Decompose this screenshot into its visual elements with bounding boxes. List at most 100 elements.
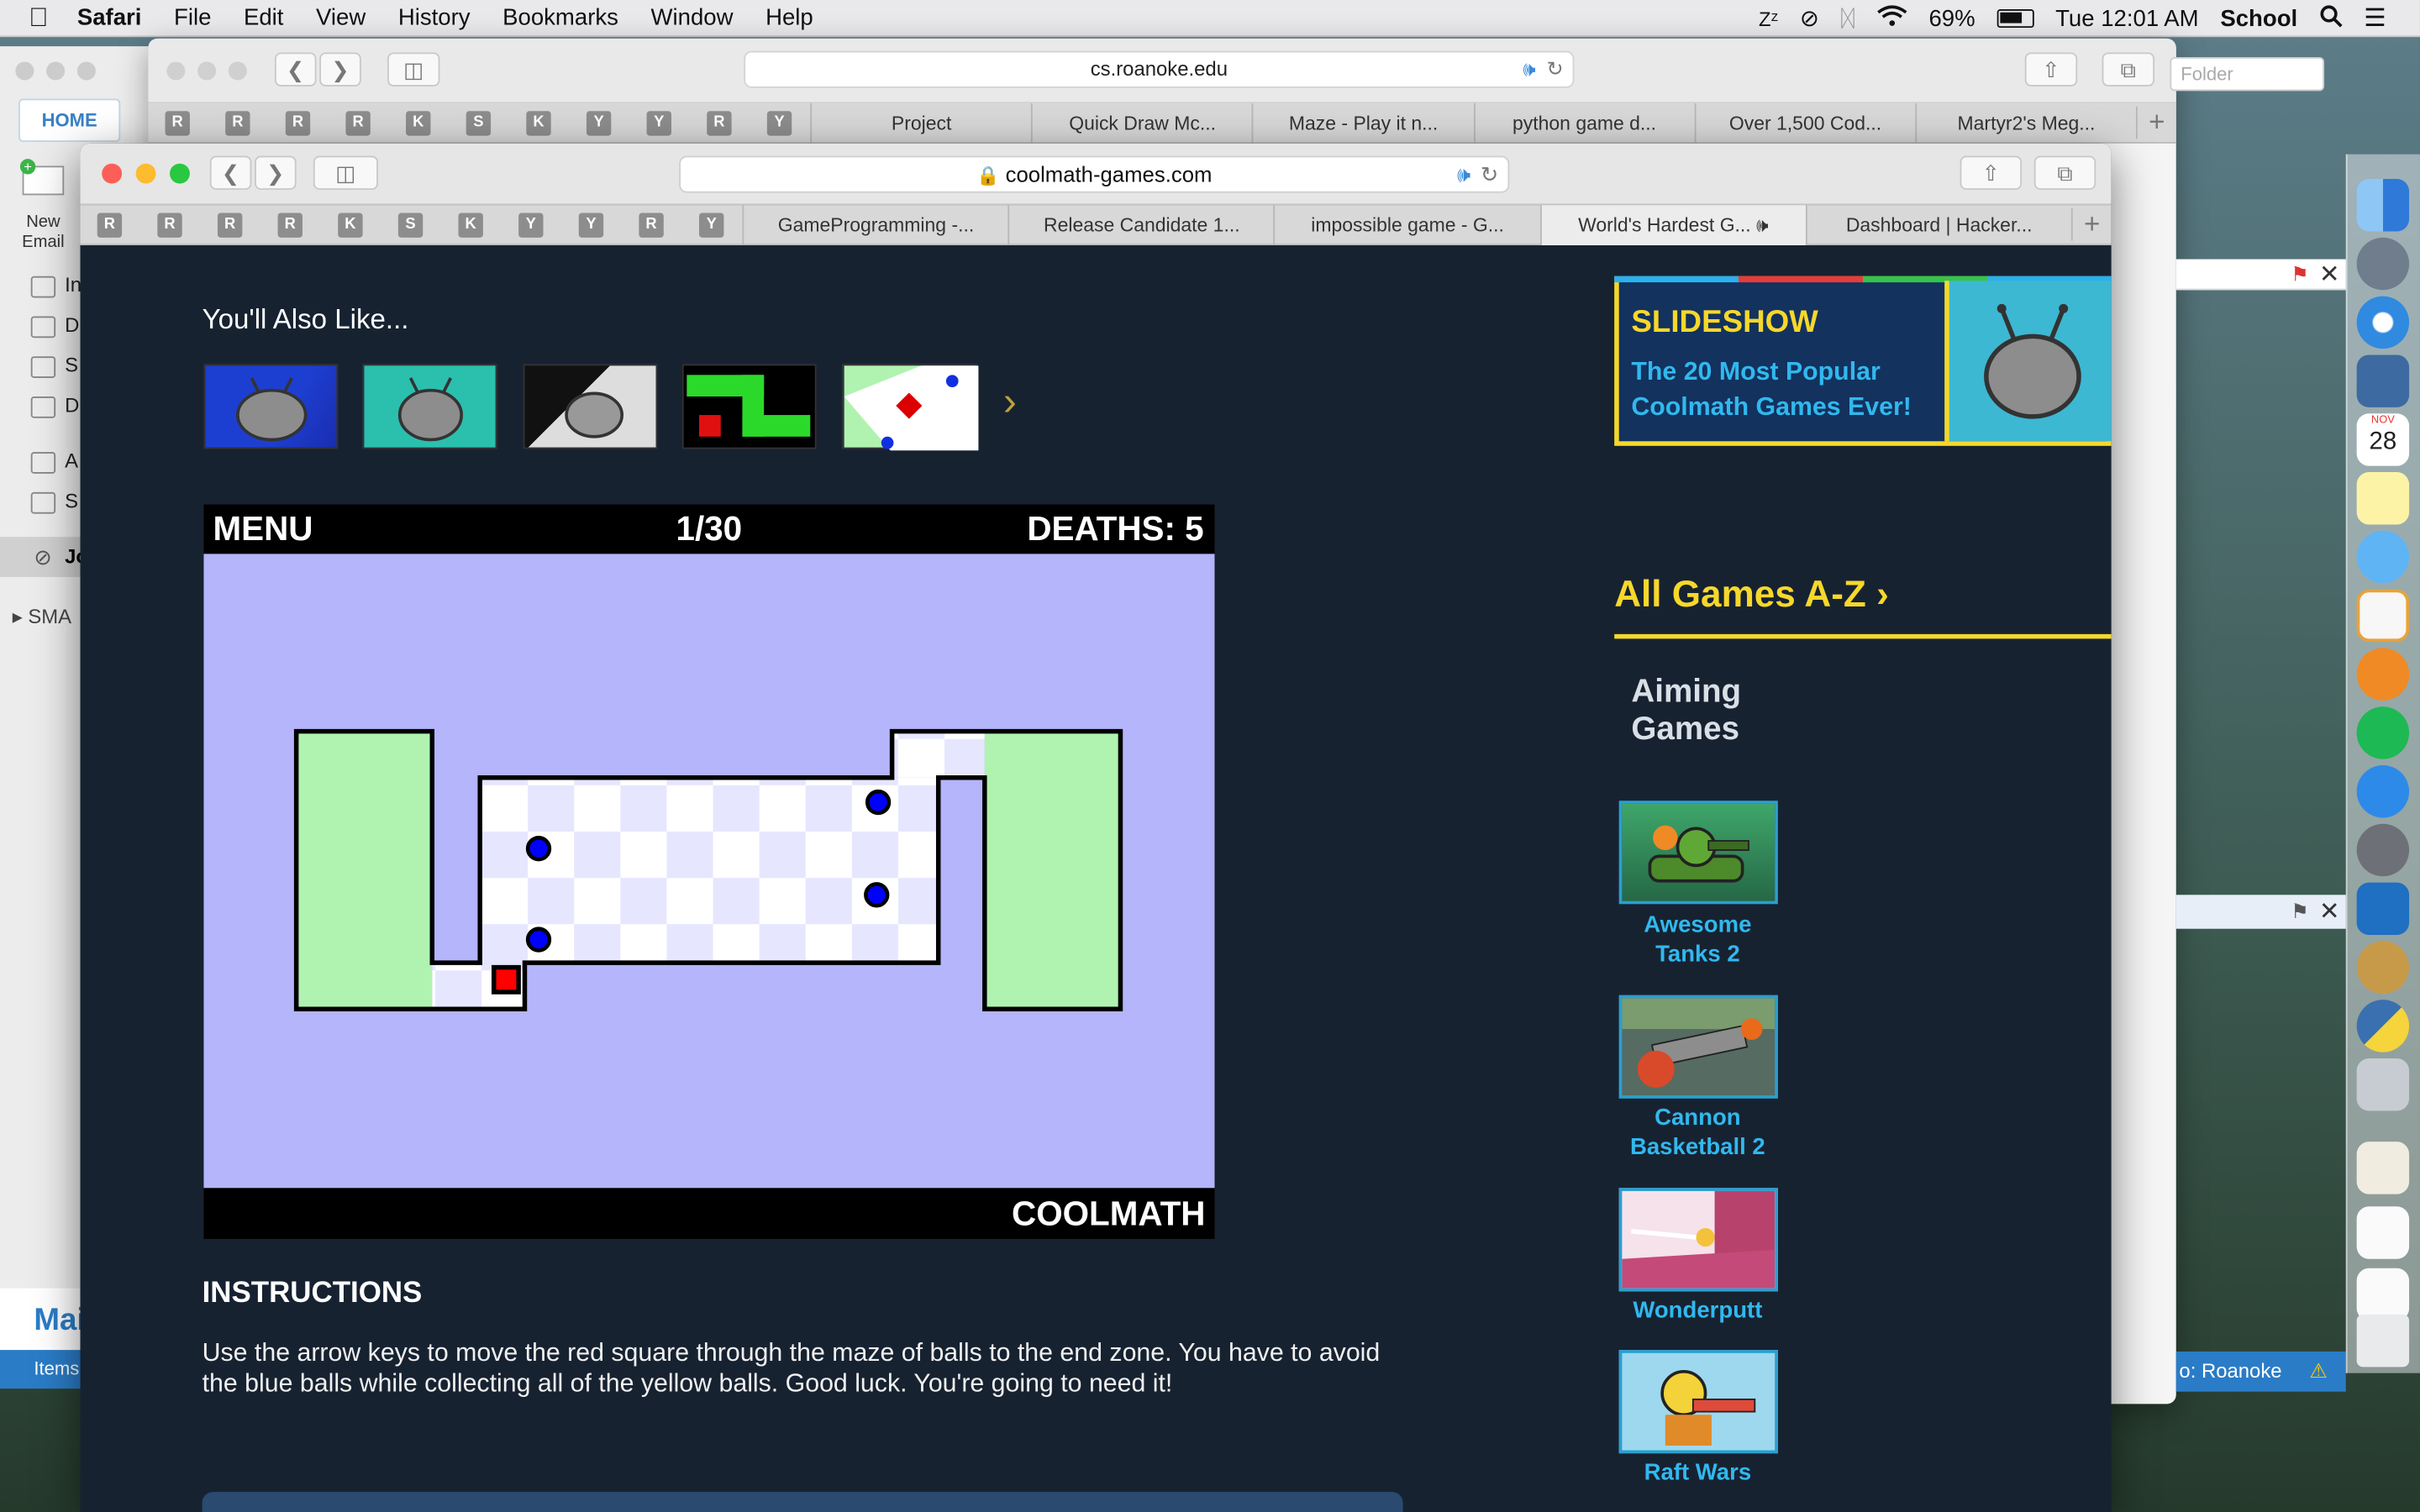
tab-active[interactable]: World's Hardest G... 🕪 (1539, 204, 1806, 245)
mailbox-group[interactable]: ▸ SMA (13, 605, 71, 629)
downloads-stack-icon[interactable] (2356, 1142, 2410, 1194)
search-folder-input[interactable]: Folder (2170, 56, 2325, 92)
new-tab-button[interactable]: + (2070, 207, 2112, 241)
tab[interactable]: Project (810, 102, 1031, 143)
message-row[interactable]: ⚑ ✕ (2175, 259, 2346, 291)
game-thumbnail[interactable] (203, 364, 339, 449)
menu-app[interactable]: Safari (77, 5, 142, 31)
audio-icon[interactable]: 🕪 (1457, 157, 1470, 191)
tab[interactable]: Release Candidate 1... (1007, 204, 1274, 245)
favicon[interactable]: R (639, 212, 664, 237)
favicon[interactable]: Y (578, 212, 604, 237)
favicon[interactable]: R (285, 110, 311, 135)
menu-file[interactable]: File (174, 5, 211, 31)
audio-icon[interactable]: 🕪 (1523, 52, 1535, 86)
close-window-button[interactable] (102, 163, 123, 184)
game-thumbnail-cannon-basketball[interactable] (1618, 995, 1778, 1099)
messages-icon[interactable] (2356, 530, 2410, 584)
browser-window[interactable]: ❮ ❯ ◫ 🔒 coolmath-games.com 🕪 ↻ ⇧ ⧉ R R R… (80, 143, 2112, 1512)
home-button[interactable]: HOME (18, 98, 121, 142)
safari-icon[interactable] (2356, 296, 2410, 349)
paintbrush-icon[interactable] (2356, 941, 2410, 994)
document-icon[interactable] (2356, 1268, 2410, 1321)
address-bar[interactable]: 🔒 coolmath-games.com 🕪 ↻ (679, 155, 1510, 193)
tab[interactable]: Quick Draw Mc... (1031, 102, 1252, 143)
do-not-disturb-icon[interactable]: ⊘ (1800, 5, 1819, 32)
textedit-icon[interactable] (2356, 589, 2410, 643)
tabs-overview-icon[interactable]: ⧉ (2033, 155, 2096, 190)
clock[interactable]: Tue 12:01 AM (2055, 5, 2199, 31)
game-thumbnail-wonderputt[interactable] (1618, 1188, 1778, 1292)
menu-history[interactable]: History (398, 5, 471, 31)
game-thumbnail[interactable] (681, 364, 817, 449)
game-thumbnail[interactable] (523, 364, 658, 449)
battery-icon[interactable] (1996, 9, 2034, 29)
share-icon[interactable]: ⇧ (2024, 52, 2078, 87)
tab[interactable]: impossible game - G... (1274, 204, 1539, 245)
menu-view[interactable]: View (316, 5, 366, 31)
tabs-overview-icon[interactable]: ⧉ (2102, 52, 2155, 87)
outlook-icon[interactable] (2356, 882, 2410, 936)
favicon[interactable]: R (165, 110, 190, 135)
audio-icon[interactable]: 🕪 (1756, 213, 1768, 235)
minimize-window-button[interactable] (135, 163, 156, 184)
favicon[interactable]: K (338, 212, 363, 237)
flag-icon[interactable]: ⚑ (2291, 262, 2308, 286)
favicon[interactable]: K (526, 110, 551, 135)
system-preferences-icon[interactable] (2356, 823, 2410, 877)
menu-bookmarks[interactable]: Bookmarks (502, 5, 618, 31)
next-arrow-icon[interactable]: › (1003, 378, 1017, 426)
new-email-label[interactable]: New Email (6, 213, 80, 253)
warning-icon[interactable]: ⚠ (2309, 1352, 2327, 1392)
launchpad-icon[interactable] (2356, 237, 2410, 291)
calendar-icon[interactable]: NOV 28 (2356, 413, 2410, 466)
game-thumbnail-raft-wars[interactable] (1618, 1350, 1778, 1454)
all-games-link[interactable]: All Games A-Z › (1614, 574, 1889, 617)
menu-button[interactable]: MENU (213, 505, 313, 554)
reload-icon[interactable]: ↻ (1547, 52, 1564, 86)
favicon[interactable]: Y (646, 110, 671, 135)
favicon[interactable]: S (466, 110, 492, 135)
tab[interactable]: python game d... (1473, 102, 1694, 143)
favicon[interactable]: K (458, 212, 483, 237)
user-name[interactable]: School (2220, 5, 2297, 31)
tab[interactable]: Dashboard | Hacker... (1805, 204, 2071, 245)
favicon[interactable]: Y (518, 212, 544, 237)
close-icon[interactable]: ✕ (2319, 896, 2340, 927)
menu-window[interactable]: Window (651, 5, 734, 31)
favicon[interactable]: R (277, 212, 302, 237)
sleep-icon[interactable]: Zᶻ (1759, 7, 1778, 30)
favicon[interactable]: S (397, 212, 424, 237)
game-link-raft-wars[interactable]: Raft Wars (1618, 1458, 1778, 1488)
message-row[interactable]: ⚑ ✕ (2175, 895, 2346, 929)
menu-help[interactable]: Help (765, 5, 813, 31)
new-email-icon[interactable]: + (18, 157, 68, 197)
rocket-icon[interactable] (2356, 1058, 2410, 1111)
favicon[interactable]: R (707, 110, 732, 135)
tab[interactable]: Maze - Play it n... (1252, 102, 1473, 143)
back-button[interactable]: ❮ (274, 52, 317, 87)
spotify-icon[interactable] (2356, 706, 2410, 759)
notification-center-icon[interactable]: ☰ (2364, 3, 2386, 34)
trash-icon[interactable] (2356, 1314, 2410, 1368)
app-store-icon[interactable] (2356, 765, 2410, 818)
forward-button[interactable]: ❯ (319, 52, 361, 87)
favicon[interactable]: R (225, 110, 250, 135)
game-thumbnail[interactable] (362, 364, 497, 449)
new-tab-button[interactable]: + (2136, 106, 2176, 139)
share-icon[interactable]: ⇧ (1960, 155, 2023, 190)
game-link-wonderputt[interactable]: Wonderputt (1618, 1296, 1778, 1326)
game-playfield[interactable] (203, 554, 1215, 1189)
close-icon[interactable]: ✕ (2319, 260, 2340, 291)
favicon[interactable]: K (406, 110, 431, 135)
python-icon[interactable] (2356, 1000, 2410, 1053)
game-link-cannon-basketball[interactable]: Cannon Basketball 2 (1618, 1103, 1778, 1162)
back-button[interactable]: ❮ (209, 155, 252, 190)
favicon[interactable]: R (97, 212, 123, 237)
battery-percent[interactable]: 69% (1928, 5, 1975, 31)
bluetooth-icon[interactable]: ᛞ (1841, 5, 1855, 31)
apple-icon[interactable]:  (0, 3, 77, 34)
flag-icon[interactable]: ⚑ (2291, 900, 2308, 924)
favicon[interactable]: Y (586, 110, 612, 135)
spotlight-icon[interactable] (2319, 4, 2343, 34)
